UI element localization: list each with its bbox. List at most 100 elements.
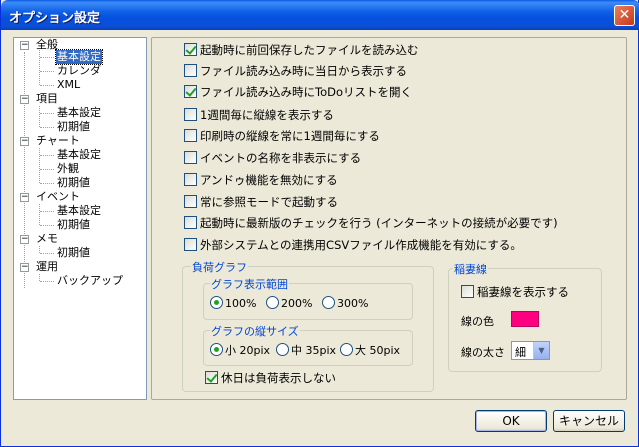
radio-button[interactable] xyxy=(266,296,279,309)
tree-node-items[interactable]: 項目 xyxy=(36,92,58,106)
ok-button[interactable]: OK xyxy=(475,410,547,432)
checkbox[interactable] xyxy=(205,371,218,384)
show-lightning-line-option[interactable]: 稲妻線を表示する xyxy=(461,285,569,301)
option-print-weekly-lines[interactable]: 印刷時の縦線を常に1週間毎にする xyxy=(184,129,380,145)
tree-node-chart-default[interactable]: 初期値 xyxy=(57,176,90,190)
tree-line xyxy=(40,253,54,254)
tree-node-items-basic[interactable]: 基本設定 xyxy=(57,106,101,120)
option-label: イベントの名称を非表示にする xyxy=(200,151,362,165)
tree-node-event-default[interactable]: 初期値 xyxy=(57,218,90,232)
tree-node-general[interactable]: 全般 xyxy=(36,38,58,52)
checkbox[interactable] xyxy=(184,64,197,77)
radio-label: 中 35pix xyxy=(291,344,337,357)
tree-node-event[interactable]: イベント xyxy=(36,190,80,204)
collapse-icon[interactable]: − xyxy=(20,235,29,244)
tree-line xyxy=(40,85,54,86)
checkbox[interactable] xyxy=(184,195,197,208)
checkbox[interactable] xyxy=(184,129,197,142)
checkbox[interactable] xyxy=(184,85,197,98)
checkbox[interactable] xyxy=(184,216,197,229)
load-graph-title: 負荷グラフ xyxy=(191,259,248,275)
radio-button[interactable] xyxy=(322,296,335,309)
radio-button[interactable] xyxy=(210,296,223,309)
holiday-no-load-option[interactable]: 休日は負荷表示しない xyxy=(205,371,336,387)
option-label: アンドゥ機能を無効にする xyxy=(200,173,338,187)
option-disable-undo[interactable]: アンドゥ機能を無効にする xyxy=(184,173,338,189)
size-large-radio[interactable]: 大 50pix xyxy=(340,343,400,358)
tree-line xyxy=(39,50,40,85)
graph-size-title: グラフの縦サイズ xyxy=(210,323,300,339)
tree-node-general-basic[interactable]: 基本設定 xyxy=(55,49,103,65)
size-medium-radio[interactable]: 中 35pix xyxy=(276,343,336,358)
tree-node-chart-appearance[interactable]: 外観 xyxy=(57,162,79,176)
checkbox[interactable] xyxy=(461,285,474,298)
graph-size-group: グラフの縦サイズ 小 20pix 中 35pix 大 50pix xyxy=(203,323,413,366)
tree-node-general-calendar[interactable]: カレンダ xyxy=(57,64,101,78)
line-width-select[interactable]: 細 ▼ xyxy=(511,341,550,360)
tree-node-event-basic[interactable]: 基本設定 xyxy=(57,204,101,218)
option-open-todo[interactable]: ファイル読み込み時にToDoリストを開く xyxy=(184,85,412,101)
option-label: 稲妻線を表示する xyxy=(477,285,569,299)
collapse-icon[interactable]: − xyxy=(20,41,29,50)
settings-panel: 起動時に前回保存したファイルを読み込む ファイル読み込み時に当日から表示する フ… xyxy=(151,37,627,400)
option-csv-export[interactable]: 外部システムとの連携用CSVファイル作成機能を有効にする。 xyxy=(184,238,522,254)
range-300-radio[interactable]: 300% xyxy=(322,296,368,311)
tree-node-memo-default[interactable]: 初期値 xyxy=(57,246,90,260)
radio-label: 大 50pix xyxy=(355,344,401,357)
collapse-icon[interactable]: − xyxy=(20,263,29,272)
option-label: 印刷時の縦線を常に1週間毎にする xyxy=(200,129,380,143)
tree-node-items-default[interactable]: 初期値 xyxy=(57,120,90,134)
collapse-icon[interactable]: − xyxy=(20,95,29,104)
tree-line xyxy=(40,169,54,170)
option-hide-event-names[interactable]: イベントの名称を非表示にする xyxy=(184,151,361,167)
tree-line xyxy=(39,274,40,281)
tree-node-general-xml[interactable]: XML xyxy=(57,78,80,92)
tree-node-chart[interactable]: チャート xyxy=(36,134,80,148)
checkbox[interactable] xyxy=(184,108,197,121)
radio-label: 300% xyxy=(337,297,369,310)
option-weekly-lines[interactable]: 1週間毎に縦線を表示する xyxy=(184,108,334,124)
line-width-value: 細 xyxy=(515,346,526,359)
graph-range-group: グラフ表示範囲 100% 200% 300% xyxy=(203,276,413,320)
range-100-radio[interactable]: 100% xyxy=(210,296,256,311)
lightning-line-title: 稲妻線 xyxy=(453,261,488,277)
line-color-swatch[interactable] xyxy=(511,311,539,327)
option-show-from-today[interactable]: ファイル読み込み時に当日から表示する xyxy=(184,64,407,80)
tree-node-operation-backup[interactable]: バックアップ xyxy=(57,274,123,288)
radio-button[interactable] xyxy=(276,343,289,356)
checkbox[interactable] xyxy=(184,151,197,164)
tree-node-chart-basic[interactable]: 基本設定 xyxy=(57,148,101,162)
checkbox[interactable] xyxy=(184,238,197,251)
cancel-button[interactable]: キャンセル xyxy=(553,410,625,432)
radio-button[interactable] xyxy=(210,343,223,356)
tree-node-operation[interactable]: 運用 xyxy=(36,260,58,274)
tree-line xyxy=(40,155,54,156)
size-small-radio[interactable]: 小 20pix xyxy=(210,343,270,358)
checkbox[interactable] xyxy=(184,43,197,56)
tree-line xyxy=(40,183,54,184)
window-title: オプション設定 xyxy=(9,11,101,26)
option-read-only-mode[interactable]: 常に参照モードで起動する xyxy=(184,195,338,211)
title-bar[interactable]: オプション設定 ✕ xyxy=(1,0,639,30)
option-label: 1週間毎に縦線を表示する xyxy=(200,108,334,122)
graph-range-title: グラフ表示範囲 xyxy=(210,276,289,292)
tree-line xyxy=(40,127,54,128)
option-label: 外部システムとの連携用CSVファイル作成機能を有効にする。 xyxy=(200,238,522,252)
tree-line xyxy=(39,246,40,253)
option-load-last-file[interactable]: 起動時に前回保存したファイルを読み込む xyxy=(184,43,419,59)
collapse-icon[interactable]: − xyxy=(20,137,29,146)
radio-button[interactable] xyxy=(340,343,353,356)
category-tree[interactable]: − 全般 基本設定 カレンダ XML − 項目 基本設定 初期値 − チャート … xyxy=(13,37,147,400)
close-button[interactable]: ✕ xyxy=(614,5,635,26)
option-check-updates[interactable]: 起動時に最新版のチェックを行う (インターネットの接続が必要です) xyxy=(184,216,558,232)
tree-line xyxy=(39,148,40,183)
tree-line xyxy=(24,52,25,288)
lightning-line-group: 稲妻線 稲妻線を表示する 線の色 線の太さ 細 ▼ xyxy=(448,261,602,372)
option-label: ファイル読み込み時に当日から表示する xyxy=(200,64,407,78)
checkbox[interactable] xyxy=(184,173,197,186)
chevron-down-icon[interactable]: ▼ xyxy=(533,342,549,359)
range-200-radio[interactable]: 200% xyxy=(266,296,312,311)
collapse-icon[interactable]: − xyxy=(20,193,29,202)
tree-node-memo[interactable]: メモ xyxy=(36,232,58,246)
tree-line xyxy=(39,204,40,225)
